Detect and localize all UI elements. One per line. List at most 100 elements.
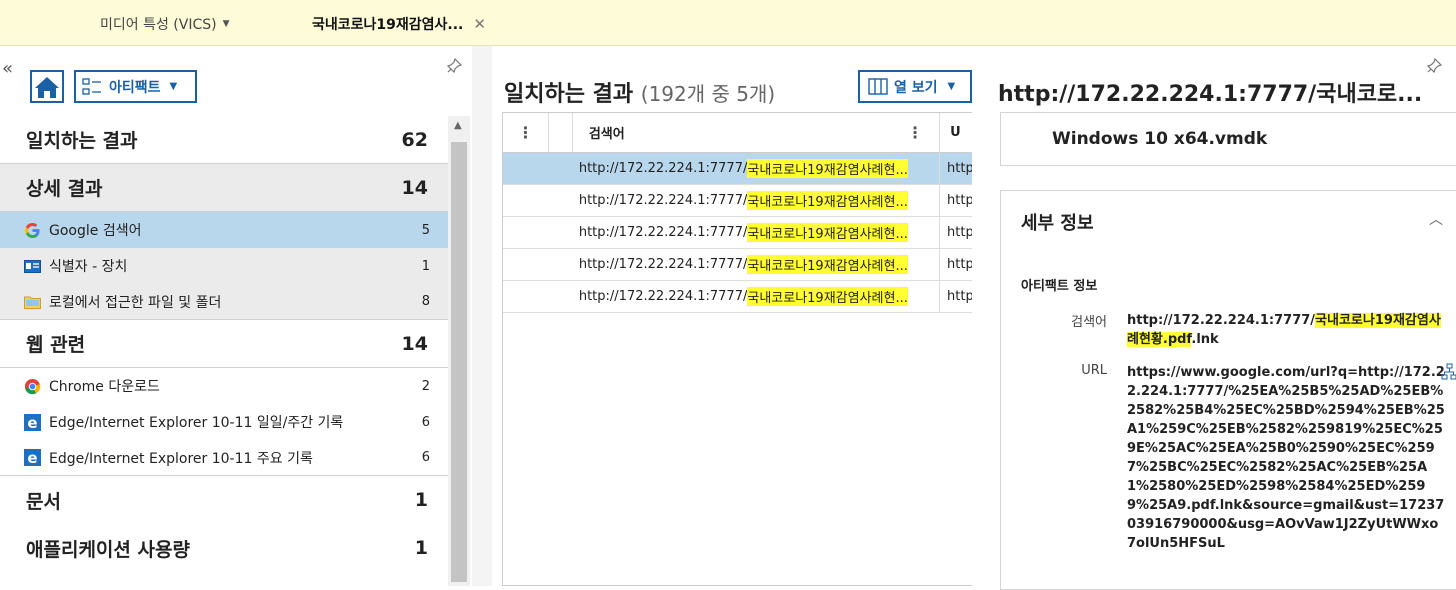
home-icon: [35, 76, 59, 98]
sidebar-item-label: Google 검색어: [49, 223, 142, 239]
cell-url: http: [947, 225, 972, 240]
table-row[interactable]: http://172.22.224.1:7777/국내코로나19재감염사례현..…: [503, 281, 972, 313]
details-header: 세부 정보: [1021, 213, 1094, 234]
sidebar-item-ie-main-history[interactable]: e Edge/Internet Explorer 10-11 주요 기록 6: [0, 440, 448, 476]
field-value: https://www.google.com/url?q=http://172.…: [1127, 365, 1445, 551]
chrome-icon: [24, 378, 41, 394]
table-row[interactable]: http://172.22.224.1:7777/국내코로나19재감염사례현..…: [503, 153, 972, 185]
cell-search-term: http://172.22.224.1:7777/국내코로나19재감염사례현..…: [573, 153, 941, 184]
results-count: (192개 중 5개): [640, 82, 776, 106]
columns-icon: [868, 78, 888, 95]
sidebar-item-count: 5: [421, 222, 430, 238]
category-count: 1: [414, 537, 428, 559]
hierarchy-icon[interactable]: [1441, 363, 1456, 385]
details-panel: 세부 정보 ︿ 아티팩트 정보 검색어 http://172.22.224.1:…: [1000, 190, 1456, 590]
category-documents[interactable]: 문서 1: [0, 476, 448, 524]
sidebar-item-label: Edge/Internet Explorer 10-11 주요 기록: [49, 450, 313, 467]
category-label: 웹 관련: [26, 334, 86, 356]
scrollbar-thumb[interactable]: [451, 142, 467, 582]
cell-search-term: http://172.22.224.1:7777/국내코로나19재감염사례현..…: [573, 217, 941, 248]
results-table: ⋮ 검색어 ⋮ U http://172.22.224.1:7777/국내코로나…: [502, 112, 972, 586]
table-row[interactable]: http://172.22.224.1:7777/국내코로나19재감염사례현..…: [503, 249, 972, 281]
scroll-up-icon[interactable]: ▲: [454, 120, 462, 131]
home-button[interactable]: [30, 70, 64, 103]
device-id-icon: [24, 259, 41, 273]
results-title-text: 일치하는 결과: [504, 82, 634, 107]
close-icon[interactable]: ✕: [473, 15, 486, 33]
column-header-label: U: [950, 125, 961, 140]
sidebar-item-local-files[interactable]: 로컬에서 접근한 파일 및 폴더 8: [0, 284, 448, 320]
pane-divider[interactable]: [472, 46, 492, 586]
sidebar-item-chrome-downloads[interactable]: Chrome 다운로드 2: [0, 368, 448, 404]
sidebar-item-count: 2: [421, 378, 430, 394]
category-label: 애플리케이션 사용량: [26, 538, 190, 561]
cell-url: http: [947, 193, 972, 208]
column-header-url[interactable]: U: [940, 113, 972, 152]
category-detail-results[interactable]: 상세 결과 14: [0, 164, 448, 212]
section-title: 아티팩트 정보: [1021, 279, 1098, 294]
svg-text:e: e: [27, 449, 37, 466]
category-app-usage[interactable]: 애플리케이션 사용량 1: [0, 524, 448, 572]
cell-search-term: http://172.22.224.1:7777/국내코로나19재감염사례현..…: [573, 249, 941, 280]
sidebar-item-count: 8: [421, 294, 430, 309]
tab-bar: 미디어 특성 (VICS) ▼ 국내코로나19재감염사... ✕: [0, 0, 1456, 46]
cell-search-term: http://172.22.224.1:7777/국내코로나19재감염사례현..…: [573, 281, 941, 312]
row-menu-icon[interactable]: ⋮: [503, 113, 549, 152]
tab-search-result[interactable]: 국내코로나19재감염사... ✕: [312, 14, 486, 34]
ie-icon: e: [24, 413, 41, 431]
field-value: http://172.22.224.1:7777/국내코로나19재감염사례현황.…: [1127, 313, 1441, 347]
results-title: 일치하는 결과 (192개 중 5개): [504, 76, 775, 108]
category-list: 일치하는 결과 62 상세 결과 14 Google 검색어 5 식별자 - 장…: [0, 116, 448, 572]
collapse-icon[interactable]: «: [2, 60, 13, 78]
category-web[interactable]: 웹 관련 14: [0, 320, 448, 368]
sidebar-item-count: 6: [421, 414, 430, 430]
sidebar-item-label: 로컬에서 접근한 파일 및 폴더: [49, 294, 222, 311]
category-count: 14: [401, 332, 428, 355]
pin-icon[interactable]: [1426, 57, 1443, 78]
field-label: 검색어: [1071, 315, 1107, 330]
chevron-down-icon: ▼: [169, 81, 178, 92]
artifact-view-dropdown[interactable]: 아티팩트 ▼: [74, 70, 197, 103]
column-view-dropdown[interactable]: 열 보기 ▼: [858, 70, 972, 103]
table-row[interactable]: http://172.22.224.1:7777/국내코로나19재감염사례현..…: [503, 185, 972, 217]
table-row[interactable]: http://172.22.224.1:7777/국내코로나19재감염사례현..…: [503, 217, 972, 249]
ie-icon: e: [24, 449, 41, 466]
google-icon: [24, 222, 40, 238]
sidebar-item-device-id[interactable]: 식별자 - 장치 1: [0, 248, 448, 284]
cell-url: http: [947, 257, 972, 272]
category-label: 문서: [26, 490, 61, 513]
category-label: 상세 결과: [26, 178, 103, 200]
category-count: 14: [401, 176, 428, 199]
column-menu-icon[interactable]: ⋮: [907, 123, 923, 142]
sidebar-item-label: 식별자 - 장치: [49, 259, 128, 275]
column-header-search-term[interactable]: 검색어 ⋮: [573, 113, 941, 152]
svg-text:e: e: [27, 414, 37, 431]
field-label: URL: [1081, 363, 1107, 378]
cell-url: http: [947, 289, 972, 304]
table-header: ⋮ 검색어 ⋮ U: [503, 113, 972, 153]
category-label: 일치하는 결과: [26, 130, 138, 152]
tab-media-properties[interactable]: 미디어 특성 (VICS) ▼: [100, 14, 230, 34]
sidebar-item-ie-daily-history[interactable]: e Edge/Internet Explorer 10-11 일일/주간 기록 …: [0, 404, 448, 440]
category-count: 1: [414, 489, 428, 511]
sidebar-item-count: 1: [421, 258, 430, 274]
chevron-up-icon[interactable]: ︿: [1429, 209, 1443, 229]
column-button-label: 열 보기: [894, 79, 938, 96]
artifact-button-label: 아티팩트: [109, 79, 161, 96]
vertical-scrollbar[interactable]: ▲: [448, 116, 470, 586]
sidebar-item-count: 6: [421, 450, 430, 465]
chevron-down-icon: ▼: [947, 81, 956, 92]
chevron-down-icon[interactable]: ▼: [223, 19, 230, 29]
detail-title: http://172.22.224.1:7777/국내코로...: [998, 82, 1423, 107]
pin-icon[interactable]: [446, 57, 463, 78]
results-pane: 일치하는 결과 (192개 중 5개) 열 보기 ▼ ⋮ 검색어 ⋮ U htt…: [492, 46, 980, 586]
sidebar-item-google-search[interactable]: Google 검색어 5: [0, 212, 448, 248]
cell-search-term: http://172.22.224.1:7777/국내코로나19재감염사례현..…: [573, 185, 941, 216]
tree-icon: [82, 77, 101, 95]
tab-label: 미디어 특성 (VICS): [100, 17, 217, 33]
evidence-source: Windows 10 x64.vmdk: [1000, 112, 1456, 166]
cell-url: http: [947, 161, 972, 176]
column-header-label: 검색어: [588, 127, 625, 142]
sidebar-item-label: Edge/Internet Explorer 10-11 일일/주간 기록: [49, 415, 344, 431]
category-matching-results[interactable]: 일치하는 결과 62: [0, 116, 448, 164]
